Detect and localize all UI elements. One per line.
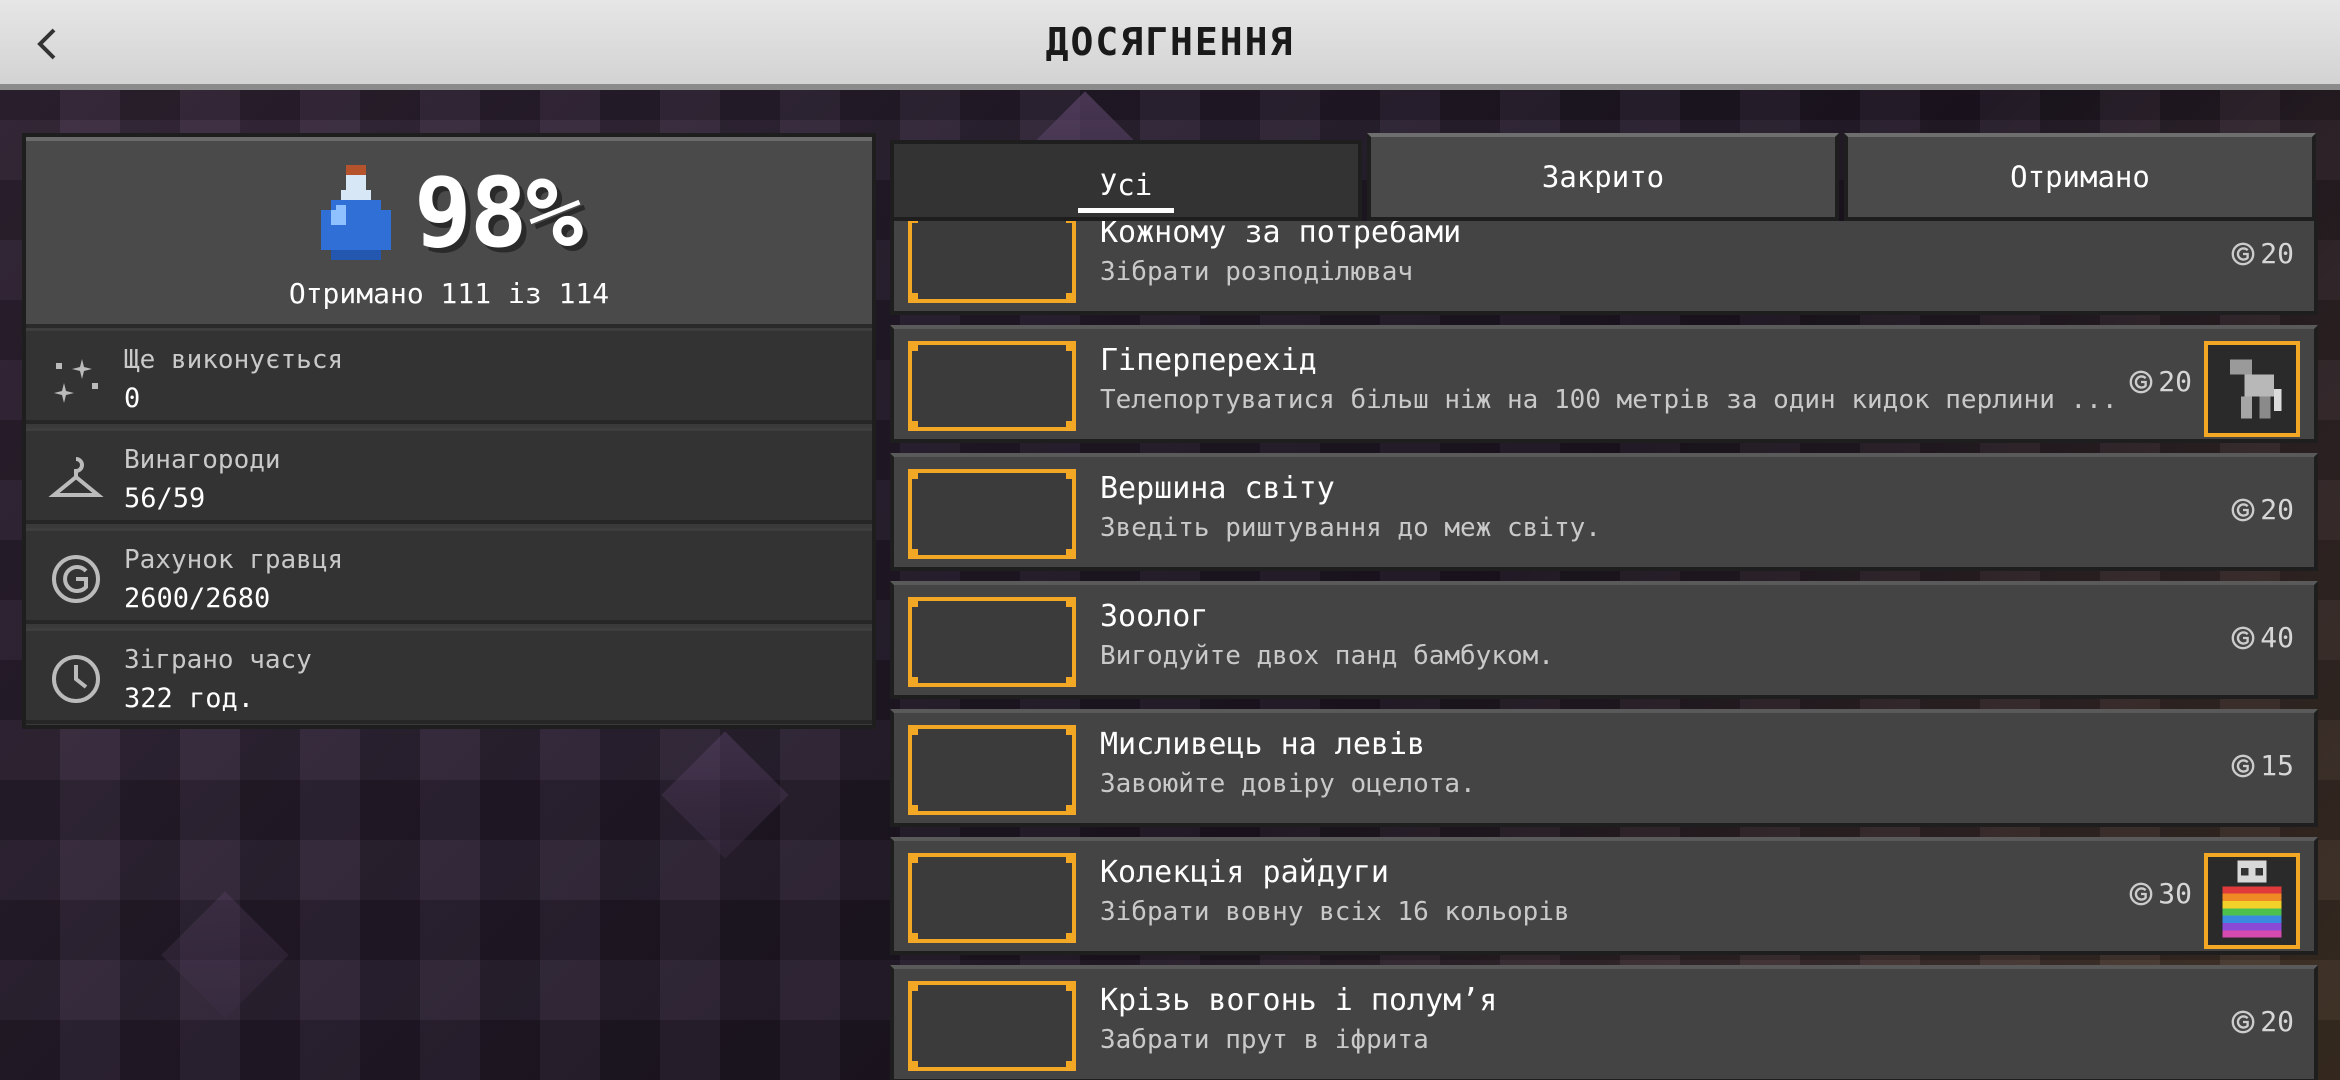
score-value: 40 (2260, 621, 2294, 654)
tab-locked[interactable]: Закрито (1367, 133, 1839, 221)
achievement-row[interactable]: Колекція райдуги Зібрати вовну всіх 16 к… (890, 837, 2318, 955)
gamerscore-icon (2129, 370, 2153, 393)
sparkles-icon (54, 359, 98, 403)
crystal-decoration (161, 891, 289, 1019)
hanger-icon (48, 457, 104, 497)
stat-time-played: Зіграно часу 322 год. (26, 628, 872, 724)
achievement-description: Завоюйте довіру оцелота. (1100, 769, 1476, 799)
stat-gamerscore: Рахунок гравця 2600/2680 (26, 528, 872, 624)
score-value: 30 (2158, 877, 2192, 910)
completion-percent: 98% (414, 157, 583, 269)
stat-label: Винагороди (124, 445, 281, 475)
reward-item[interactable] (2204, 853, 2300, 949)
achievement-title: Гіперперехід (1100, 343, 1317, 378)
achievement-score: 20 (2128, 365, 2192, 398)
achievement-title: Мисливець на левів (1100, 727, 1426, 762)
stat-value: 0 (124, 383, 141, 414)
achievement-row[interactable]: Зоолог Вигодуйте двох панд бамбуком. 40 (890, 581, 2318, 699)
achievement-row[interactable]: Крізь вогонь і полум’я Забрати прут в іф… (890, 965, 2318, 1080)
completion-summary: 98% Отримано 111 із 114 (26, 137, 872, 328)
stat-value: 322 год. (124, 683, 255, 714)
gamerscore-icon (2231, 626, 2255, 649)
achievement-title: Колекція райдуги (1100, 855, 1389, 890)
reward-item[interactable] (2204, 341, 2300, 437)
achievement-score: 40 (2230, 621, 2294, 654)
gamerscore-icon (52, 555, 100, 603)
stats-panel: 98% Отримано 111 із 114 Ще виконується 0… (22, 133, 876, 729)
achievement-row[interactable]: Вершина світу Зведіть риштування до меж … (890, 453, 2318, 571)
crystal-decoration (661, 731, 789, 859)
achievement-score: 20 (2230, 237, 2294, 270)
achievement-description: Зібрати розподілювач (1100, 257, 1414, 287)
score-value: 20 (2260, 493, 2294, 526)
tab-earned[interactable]: Отримано (1844, 133, 2316, 221)
stat-value: 56/59 (124, 483, 206, 514)
stat-label: Рахунок гравця (124, 545, 344, 575)
tab-label: Закрито (1541, 160, 1665, 194)
achievement-image-frame (908, 469, 1076, 559)
score-value: 20 (2158, 365, 2192, 398)
achievement-score: 20 (2230, 1005, 2294, 1038)
stat-label: Зіграно часу (124, 645, 312, 675)
stat-in-progress: Ще виконується 0 (26, 328, 872, 424)
achievement-row[interactable]: Мисливець на левів Завоюйте довіру оцело… (890, 709, 2318, 827)
achievement-score: 30 (2128, 877, 2192, 910)
score-value: 20 (2260, 1005, 2294, 1038)
achievement-image-frame (908, 725, 1076, 815)
clock-icon (52, 655, 100, 703)
achievement-title: Кожному за потребами (1100, 221, 1462, 250)
achievement-list[interactable]: Кожному за потребами Зібрати розподілюва… (890, 221, 2318, 1080)
stat-rewards: Винагороди 56/59 (26, 428, 872, 524)
achievement-description: Зведіть риштування до меж світу. (1100, 513, 1601, 543)
achievement-title: Зоолог (1100, 599, 1209, 634)
score-value: 15 (2260, 749, 2294, 782)
page-title: ДОСЯГНЕННЯ (1045, 20, 1295, 64)
tab-label: Отримано (2010, 160, 2150, 194)
potion-icon (321, 165, 391, 260)
tab-all[interactable]: Усі (890, 140, 1362, 221)
achievement-row[interactable]: Кожному за потребами Зібрати розподілюва… (890, 221, 2318, 315)
gamerscore-icon (2231, 754, 2255, 777)
achievement-image-frame (908, 221, 1076, 303)
gamerscore-icon (2129, 882, 2153, 905)
rainbow-cape-icon (2222, 860, 2282, 938)
achievement-image-frame (908, 981, 1076, 1071)
earned-count: Отримано 111 із 114 (288, 277, 610, 310)
gamerscore-icon (2231, 1010, 2255, 1033)
gamerscore-icon (2231, 498, 2255, 521)
achievement-image-frame (908, 341, 1076, 431)
achievement-description: Телепортуватися більш ніж на 100 метрів … (1100, 385, 2118, 415)
armor-stand-icon (2230, 359, 2282, 419)
achievement-image-frame (908, 853, 1076, 943)
achievement-title: Вершина світу (1100, 471, 1335, 506)
tab-label: Усі (1099, 167, 1153, 202)
active-tab-indicator (1078, 208, 1174, 213)
gamerscore-icon (2231, 242, 2255, 265)
achievement-title: Крізь вогонь і полум’я (1100, 983, 1498, 1018)
achievement-description: Зібрати вовну всіх 16 кольорів (1100, 897, 1570, 927)
stat-label: Ще виконується (124, 345, 344, 375)
top-bar: ДОСЯГНЕННЯ (0, 0, 2340, 90)
score-value: 20 (2260, 237, 2294, 270)
achievement-score: 15 (2230, 749, 2294, 782)
achievement-score: 20 (2230, 493, 2294, 526)
stat-value: 2600/2680 (124, 583, 271, 614)
achievement-image-frame (908, 597, 1076, 687)
achievement-description: Вигодуйте двох панд бамбуком. (1100, 641, 1554, 671)
achievement-row[interactable]: Гіперперехід Телепортуватися більш ніж н… (890, 325, 2318, 443)
achievement-description: Забрати прут в іфрита (1100, 1025, 1429, 1055)
